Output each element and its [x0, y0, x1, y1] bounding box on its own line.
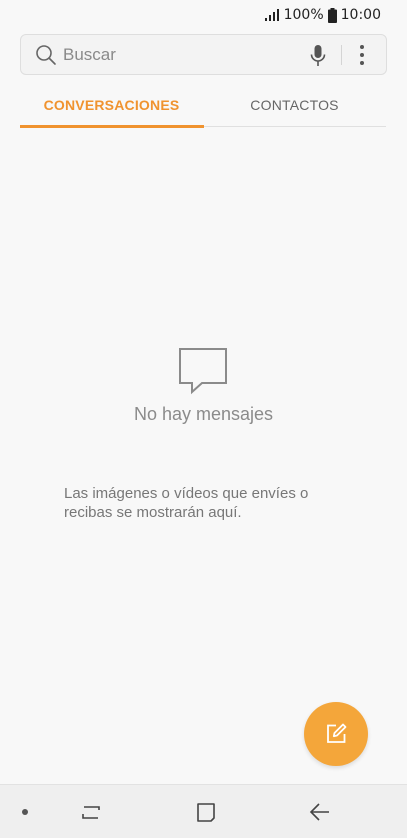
- status-bar: 100% 10:00: [0, 0, 407, 30]
- tab-bar: CONVERSACIONES CONTACTOS: [20, 88, 386, 128]
- clock: 10:00: [340, 7, 381, 23]
- back-icon[interactable]: [308, 801, 332, 827]
- search-bar[interactable]: [20, 34, 387, 75]
- search-divider: [341, 45, 342, 65]
- signal-icon: [264, 9, 279, 21]
- message-bubble-icon: [178, 347, 228, 399]
- search-input[interactable]: [63, 44, 293, 65]
- battery-icon: [327, 7, 337, 23]
- more-vert-icon[interactable]: [358, 44, 366, 70]
- tab-conversaciones[interactable]: CONVERSACIONES: [20, 88, 204, 128]
- battery-percentage: 100%: [283, 7, 324, 23]
- compose-button[interactable]: [304, 702, 368, 766]
- tab-contactos[interactable]: CONTACTOS: [203, 88, 386, 126]
- mic-icon[interactable]: [309, 44, 327, 72]
- nav-dot-icon[interactable]: [22, 809, 28, 815]
- navigation-bar: [0, 784, 407, 838]
- search-icon: [35, 44, 57, 66]
- empty-state-title: No hay mensajes: [133, 404, 274, 424]
- recents-icon[interactable]: [80, 801, 102, 827]
- compose-icon: [327, 723, 347, 743]
- empty-state-description: Las imágenes o vídeos que envíes o recib…: [64, 485, 309, 521]
- home-icon[interactable]: [195, 801, 217, 827]
